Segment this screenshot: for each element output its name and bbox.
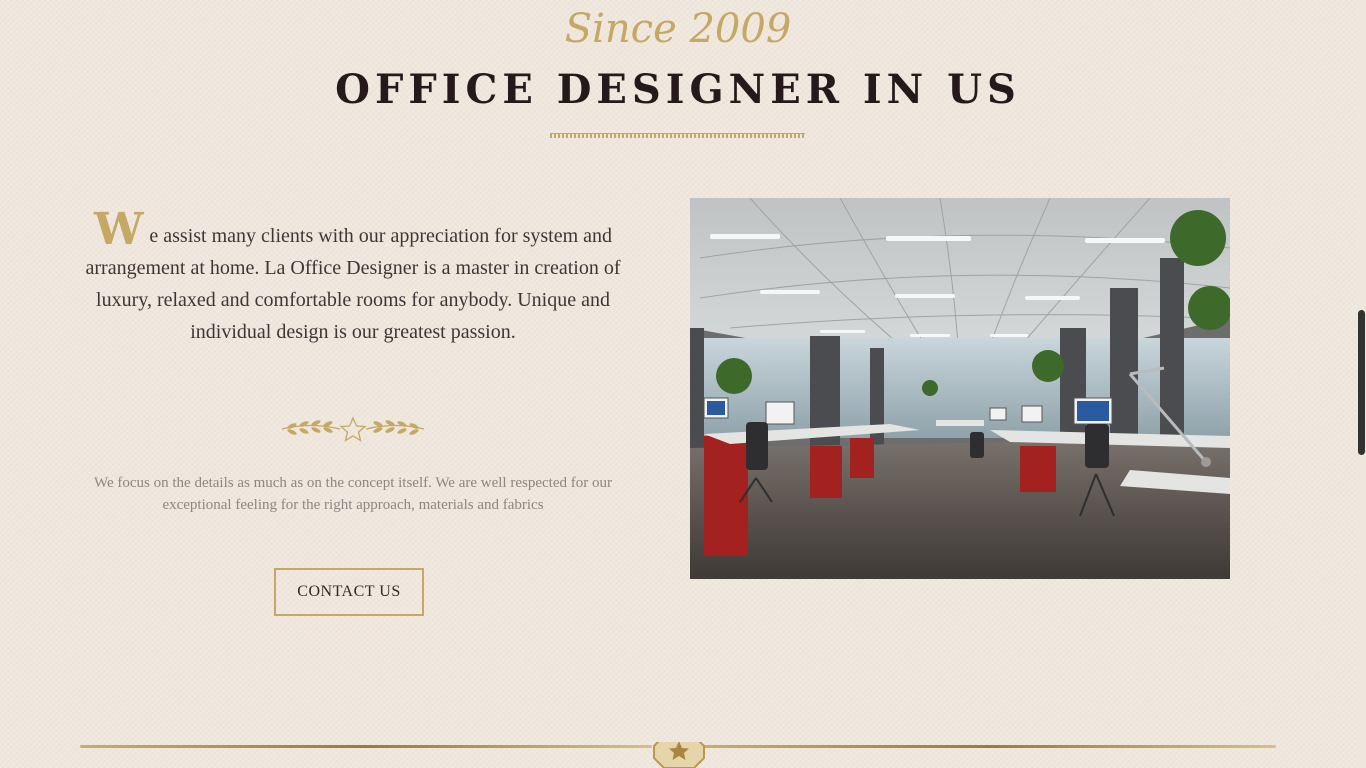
page: Since 2009 OFFICE DESIGNER IN US We assi… xyxy=(0,0,1356,768)
dropcap-letter: W xyxy=(93,204,144,255)
contact-us-button[interactable]: CONTACT US xyxy=(274,568,424,616)
intro-paragraph: We assist many clients with our apprecia… xyxy=(84,208,622,348)
scrollbar-thumb[interactable] xyxy=(1358,310,1365,455)
page-title: OFFICE DESIGNER IN US xyxy=(335,66,1021,113)
office-photo xyxy=(690,198,1230,579)
footer-divider xyxy=(80,735,1276,768)
laurel-star-icon xyxy=(280,414,426,444)
star-badge-icon xyxy=(653,735,705,768)
since-tagline: Since 2009 xyxy=(564,6,792,52)
intro-paragraph-text: e assist many clients with our appreciat… xyxy=(85,225,621,343)
detail-paragraph: We focus on the details as much as on th… xyxy=(94,475,612,513)
page-scrollbar[interactable] xyxy=(1356,0,1366,768)
title-divider xyxy=(550,133,805,138)
